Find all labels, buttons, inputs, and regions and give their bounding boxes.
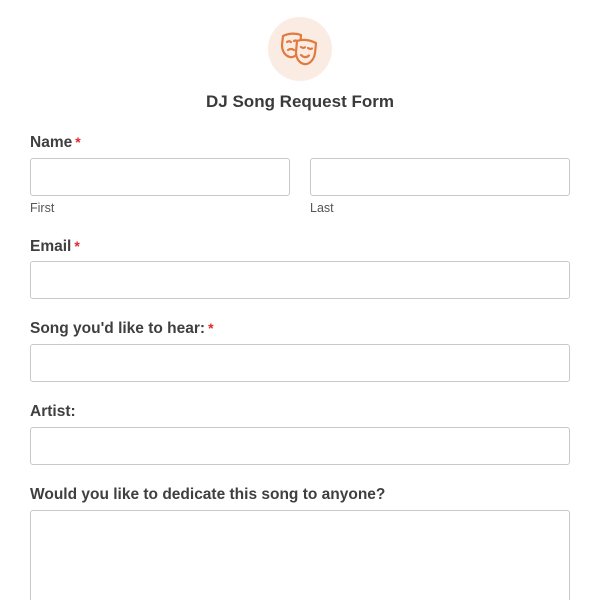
required-marker: *	[208, 320, 214, 336]
email-label-text: Email	[30, 238, 72, 255]
form-logo	[268, 17, 332, 81]
form-title: DJ Song Request Form	[206, 92, 394, 111]
song-label-text: Song you'd like to hear:	[30, 320, 206, 337]
name-label-text: Name	[30, 134, 73, 151]
theater-masks-icon	[280, 32, 318, 66]
first-name-sublabel: First	[30, 201, 55, 215]
required-marker: *	[74, 238, 80, 254]
dedication-textarea[interactable]	[30, 510, 570, 600]
artist-label: Artist:	[30, 403, 76, 421]
artist-input[interactable]	[30, 427, 570, 465]
email-input[interactable]	[30, 261, 570, 299]
required-marker: *	[75, 134, 81, 150]
song-label: Song you'd like to hear: *	[30, 320, 214, 338]
dedication-label: Would you like to dedicate this song to …	[30, 486, 385, 504]
song-input[interactable]	[30, 344, 570, 382]
last-name-input[interactable]	[310, 158, 570, 196]
form-page: DJ Song Request Form Name * First Last Em…	[0, 0, 600, 600]
email-label: Email *	[30, 238, 80, 256]
artist-label-text: Artist:	[30, 403, 76, 420]
dedication-label-text: Would you like to dedicate this song to …	[30, 486, 386, 503]
name-label: Name *	[30, 134, 81, 152]
last-name-sublabel: Last	[310, 201, 334, 215]
first-name-input[interactable]	[30, 158, 290, 196]
